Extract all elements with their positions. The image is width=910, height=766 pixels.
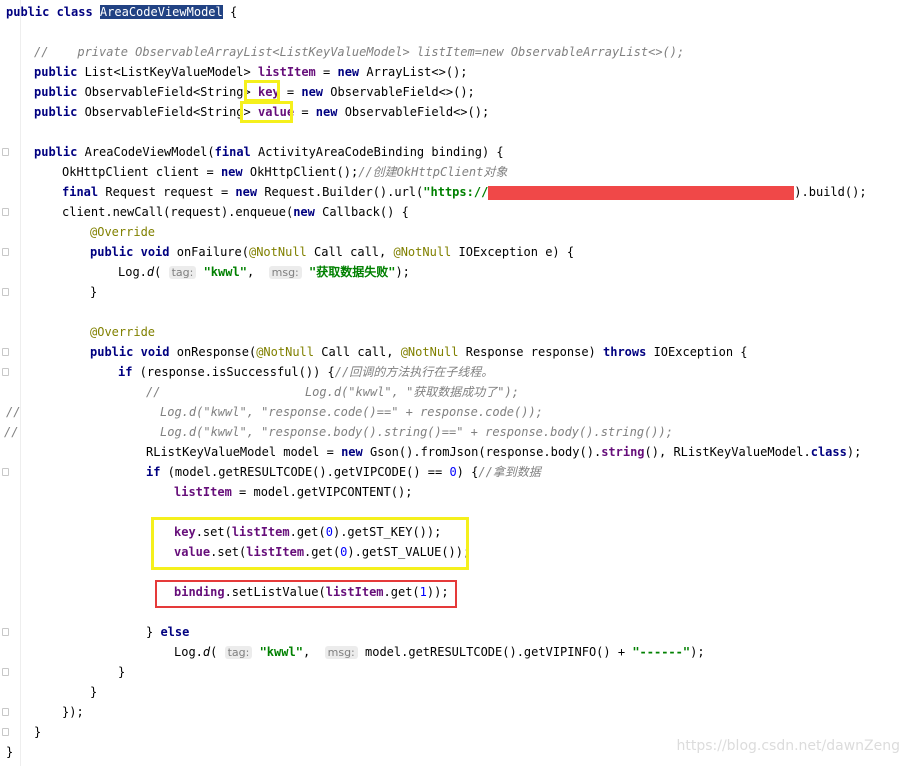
code-line-brace: }: [34, 725, 42, 739]
fold-marker-icon[interactable]: [2, 248, 9, 256]
fold-marker-icon[interactable]: [2, 628, 9, 636]
fold-marker-icon[interactable]: [2, 708, 9, 716]
fold-marker-icon[interactable]: [2, 148, 9, 156]
code-line-brace: }: [6, 745, 14, 759]
param-hint: tag:: [168, 266, 197, 279]
code-line-override: @Override: [90, 225, 156, 239]
code-line-onresponse: public void onResponse(@NotNull Call cal…: [90, 345, 748, 359]
gutter-comment-mark: //: [4, 425, 19, 439]
watermark: https://blog.csdn.net/dawnZeng: [676, 738, 900, 754]
gutter-comment-mark: //: [6, 405, 21, 419]
code-line-comment: // private ObservableArrayList<ListKeyVa…: [34, 45, 685, 59]
redacted-url: [488, 185, 795, 200]
fold-marker-icon[interactable]: [2, 368, 9, 376]
code-line-brace: }: [118, 665, 126, 679]
fold-marker-icon[interactable]: [2, 468, 9, 476]
param-hint: tag:: [224, 646, 253, 659]
fold-marker-icon[interactable]: [2, 668, 9, 676]
highlight-box-set-calls: [151, 517, 469, 570]
code-line-brace: }: [90, 285, 98, 299]
code-line-enqueue: client.newCall(request).enqueue(new Call…: [62, 205, 409, 219]
code-line-log-failure: Log.d( tag: "kwwl", msg: "获取数据失败");: [118, 265, 410, 279]
fold-marker-icon[interactable]: [2, 288, 9, 296]
param-hint: msg:: [324, 646, 358, 659]
highlight-box-binding: [155, 580, 457, 608]
code-line-brace: }: [90, 685, 98, 699]
code-line-log-info: Log.d( tag: "kwwl", msg: model.getRESULT…: [174, 645, 705, 659]
class-name-selection: AreaCodeViewModel: [99, 5, 223, 19]
code-line-class-decl: public class AreaCodeViewModel {: [6, 5, 238, 19]
code-line-assign-listitem: listItem = model.getVIPCONTENT();: [174, 485, 413, 499]
code-line-brace: });: [62, 705, 84, 719]
code-line-else: } else: [146, 625, 190, 639]
fold-marker-icon[interactable]: [2, 728, 9, 736]
code-line-if-success: if (response.isSuccessful()) {//回调的方法执行在…: [118, 365, 494, 379]
code-line-comment: Log.d("kwwl", "response.code()==" + resp…: [160, 405, 543, 419]
fold-marker-icon[interactable]: [2, 208, 9, 216]
highlight-box-key: [244, 80, 280, 102]
code-line-constructor: public AreaCodeViewModel(final ActivityA…: [34, 145, 504, 159]
code-line-comment: Log.d("kwwl", "response.body().string()=…: [160, 425, 673, 439]
highlight-box-value: [240, 101, 293, 123]
code-line-override: @Override: [90, 325, 156, 339]
editor-gutter: [0, 0, 21, 766]
code-line-request: final Request request = new Request.Buil…: [62, 185, 867, 200]
param-hint: msg:: [268, 266, 302, 279]
code-editor[interactable]: // // public class AreaCodeViewModel { /…: [0, 0, 910, 766]
code-line-gson-model: RListKeyValueModel model = new Gson().fr…: [146, 445, 862, 459]
fold-marker-icon[interactable]: [2, 348, 9, 356]
code-line-listitem-field: public List<ListKeyValueModel> listItem …: [34, 65, 468, 79]
code-line-comment: // Log.d("kwwl", "获取数据成功了");: [146, 385, 519, 399]
code-line-client: OkHttpClient client = new OkHttpClient()…: [62, 165, 508, 179]
code-line-onfailure: public void onFailure(@NotNull Call call…: [90, 245, 575, 259]
code-line-if-vipcode: if (model.getRESULTCODE().getVIPCODE() =…: [146, 465, 541, 479]
